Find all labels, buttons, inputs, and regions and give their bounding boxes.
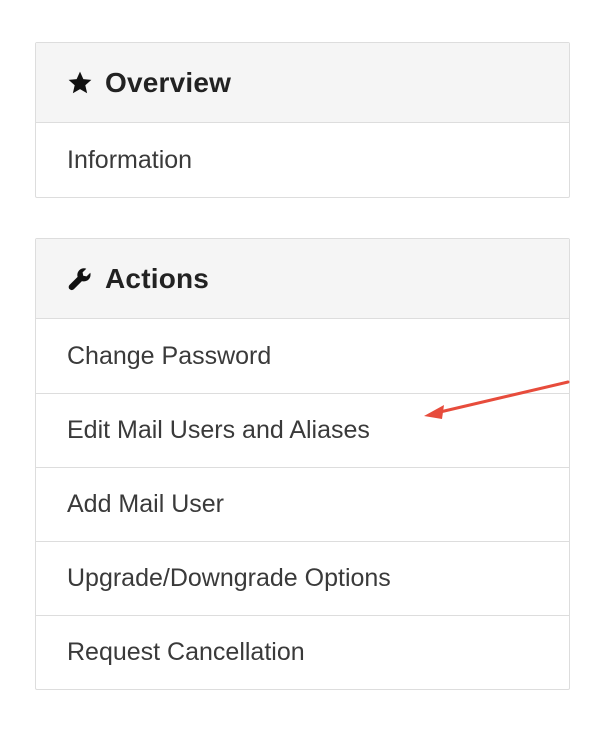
wrench-icon	[67, 266, 93, 292]
actions-title: Actions	[105, 262, 210, 294]
list-item-information[interactable]: Information	[36, 123, 569, 197]
overview-heading: Overview	[36, 43, 569, 123]
list-item-upgrade-downgrade[interactable]: Upgrade/Downgrade Options	[36, 541, 569, 615]
actions-panel: Actions Change Password Edit Mail Users …	[35, 238, 570, 690]
overview-list: Information	[36, 123, 569, 197]
list-item-add-mail-user[interactable]: Add Mail User	[36, 467, 569, 541]
actions-heading: Actions	[36, 239, 569, 319]
list-item-request-cancellation[interactable]: Request Cancellation	[36, 615, 569, 689]
star-icon	[67, 70, 93, 96]
overview-panel: Overview Information	[35, 42, 570, 198]
list-item-change-password[interactable]: Change Password	[36, 319, 569, 393]
list-item-edit-mail-users[interactable]: Edit Mail Users and Aliases	[36, 393, 569, 467]
overview-title: Overview	[105, 66, 232, 98]
actions-list: Change Password Edit Mail Users and Alia…	[36, 319, 569, 689]
